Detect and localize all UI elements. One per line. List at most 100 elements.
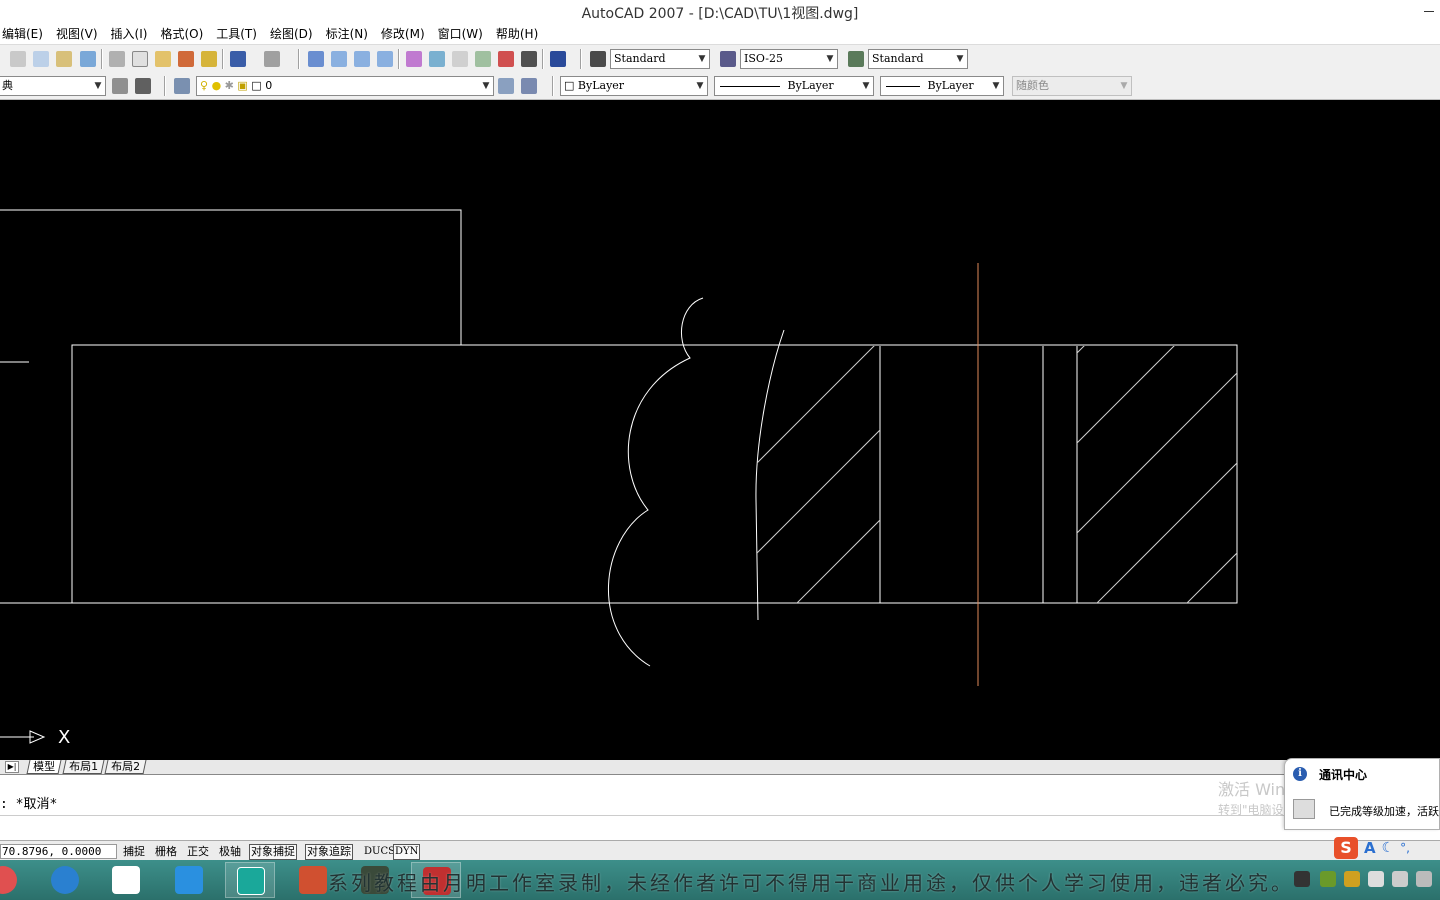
menu-view[interactable]: 视图(V) <box>56 25 98 42</box>
publish-icon[interactable] <box>56 51 72 67</box>
workspace-select[interactable]: 典 ▼ <box>0 76 106 96</box>
upper-part-outline <box>0 209 462 345</box>
tutorial-watermark: 系列教程由月明工作室录制，未经作者许可不得用于商业用途，仅供个人学习使用，违者必… <box>328 871 1294 895</box>
menu-help[interactable]: 帮助(H) <box>496 25 538 42</box>
sogou-ime-icon[interactable]: S <box>1334 837 1358 859</box>
tray-volume-icon[interactable] <box>1392 871 1408 887</box>
taskbar-baidu[interactable] <box>101 862 151 898</box>
polar-toggle[interactable]: 极轴 <box>217 844 243 860</box>
start-button[interactable] <box>0 862 28 898</box>
drawing-canvas[interactable]: X <box>0 100 1440 760</box>
tab-scroll-icon[interactable]: ▶| <box>5 761 19 773</box>
drawing-svg <box>0 209 1238 744</box>
ducs-toggle[interactable]: DUCS <box>362 844 397 860</box>
menu-window[interactable]: 窗口(W) <box>438 25 483 42</box>
taskbar-autocad[interactable] <box>225 862 275 898</box>
zoom-previous-icon[interactable] <box>377 51 393 67</box>
layer-select[interactable]: ♀ ● ✱ ▣ □ 0 ▼ <box>196 76 494 96</box>
tool-palettes-icon[interactable] <box>452 51 468 67</box>
workspace-settings-icon[interactable] <box>112 78 128 94</box>
dyn-toggle[interactable]: DYN <box>393 844 421 860</box>
my-workspace-icon[interactable] <box>135 78 151 94</box>
menu-tools[interactable]: 工具(T) <box>216 25 257 42</box>
ime-moon-icon[interactable]: ☾ <box>1382 840 1395 856</box>
taskbar-ie[interactable] <box>40 862 90 898</box>
menu-format[interactable]: 格式(O) <box>160 25 203 42</box>
otrack-toggle[interactable]: 对象追踪 <box>305 844 353 860</box>
linetype-value: ByLayer <box>787 79 834 92</box>
paste-icon[interactable] <box>155 51 171 67</box>
ortho-toggle[interactable]: 正交 <box>185 844 211 860</box>
menu-edit[interactable]: 编辑(E) <box>2 25 43 42</box>
menu-bar: 编辑(E) 视图(V) 插入(I) 格式(O) 工具(T) 绘图(D) 标注(N… <box>0 22 1440 44</box>
chevron-down-icon: ▼ <box>479 77 493 95</box>
ime-toolbar[interactable]: S A ☾ °, <box>1334 836 1440 860</box>
color-select[interactable]: □ ByLayer ▼ <box>560 76 708 96</box>
pan-icon[interactable] <box>308 51 324 67</box>
plot-preview-icon[interactable] <box>33 51 49 67</box>
properties-icon[interactable] <box>406 51 422 67</box>
ime-mode-icon[interactable]: A <box>1364 839 1376 857</box>
menu-draw[interactable]: 绘图(D) <box>270 25 313 42</box>
tray-display-icon[interactable] <box>1368 871 1384 887</box>
layer-color-swatch: □ <box>251 79 262 92</box>
make-object-layer-current-icon[interactable] <box>498 78 514 94</box>
match-properties-icon[interactable] <box>178 51 194 67</box>
computer-icon <box>1293 799 1315 819</box>
main-body-outline <box>0 344 1238 604</box>
snap-toggle[interactable]: 捕捉 <box>121 844 147 860</box>
menu-modify[interactable]: 修改(M) <box>381 25 425 42</box>
copy-icon[interactable] <box>132 51 148 67</box>
plot-icon[interactable] <box>10 51 26 67</box>
calculator-icon[interactable] <box>521 51 537 67</box>
markup-icon[interactable] <box>498 51 514 67</box>
dim-style-select[interactable]: ISO-25 ▼ <box>740 49 838 69</box>
table-style-icon[interactable] <box>848 51 864 67</box>
chevron-down-icon: ▼ <box>859 77 873 95</box>
ucs-x-label: X <box>58 727 71 748</box>
window-title: AutoCAD 2007 - [D:\CAD\TU\1视图.dwg] <box>581 6 859 22</box>
ime-punct-icon[interactable]: °, <box>1400 841 1410 855</box>
taskbar-cloud[interactable] <box>164 862 214 898</box>
communication-center-bubble[interactable]: i 通讯中心 已完成等级加速，活跃 <box>1284 758 1440 830</box>
zoom-realtime-icon[interactable] <box>331 51 347 67</box>
sheet-set-icon[interactable] <box>475 51 491 67</box>
dim-style-icon[interactable] <box>720 51 736 67</box>
bulb-icon: ♀ <box>200 79 209 92</box>
tray-keyboard-icon[interactable] <box>1416 871 1432 887</box>
layer-previous-icon[interactable] <box>521 78 537 94</box>
lineweight-select[interactable]: ByLayer ▼ <box>880 76 1004 96</box>
cut-icon[interactable] <box>109 51 125 67</box>
minimize-button[interactable] <box>1424 2 1434 12</box>
tab-layout2[interactable]: 布局2 <box>104 760 147 774</box>
linetype-select[interactable]: ByLayer ▼ <box>714 76 874 96</box>
table-style-value: Standard <box>872 52 924 65</box>
osnap-toggle[interactable]: 对象捕捉 <box>249 844 297 860</box>
menu-insert[interactable]: 插入(I) <box>111 25 148 42</box>
coordinates-readout[interactable]: 70.8796, 0.0000 <box>0 844 117 859</box>
3d-dwf-icon[interactable] <box>80 51 96 67</box>
text-style-select[interactable]: Standard ▼ <box>610 49 710 69</box>
chevron-down-icon: ▼ <box>953 50 967 68</box>
info-icon: i <box>1293 767 1307 781</box>
design-center-icon[interactable] <box>429 51 445 67</box>
zoom-window-icon[interactable] <box>354 51 370 67</box>
chevron-down-icon: ▼ <box>989 77 1003 95</box>
command-history: : *取消* <box>0 797 58 812</box>
layer-value: 0 <box>265 79 273 92</box>
tray-security-icon[interactable] <box>1344 871 1360 887</box>
undo-icon[interactable] <box>230 51 246 67</box>
block-editor-icon[interactable] <box>201 51 217 67</box>
tray-network-icon[interactable] <box>1294 871 1310 887</box>
help-icon[interactable] <box>550 51 566 67</box>
text-style-icon[interactable] <box>590 51 606 67</box>
layer-properties-icon[interactable] <box>174 78 190 94</box>
redo-icon[interactable] <box>264 51 280 67</box>
plotstyle-select: 随颜色 ▼ <box>1012 76 1132 96</box>
tab-layout1[interactable]: 布局1 <box>62 760 105 774</box>
table-style-select[interactable]: Standard ▼ <box>868 49 968 69</box>
tab-model[interactable]: 模型 <box>26 760 62 774</box>
menu-dimension[interactable]: 标注(N) <box>326 25 368 42</box>
tray-nvidia-icon[interactable] <box>1320 871 1336 887</box>
grid-toggle[interactable]: 栅格 <box>153 844 179 860</box>
